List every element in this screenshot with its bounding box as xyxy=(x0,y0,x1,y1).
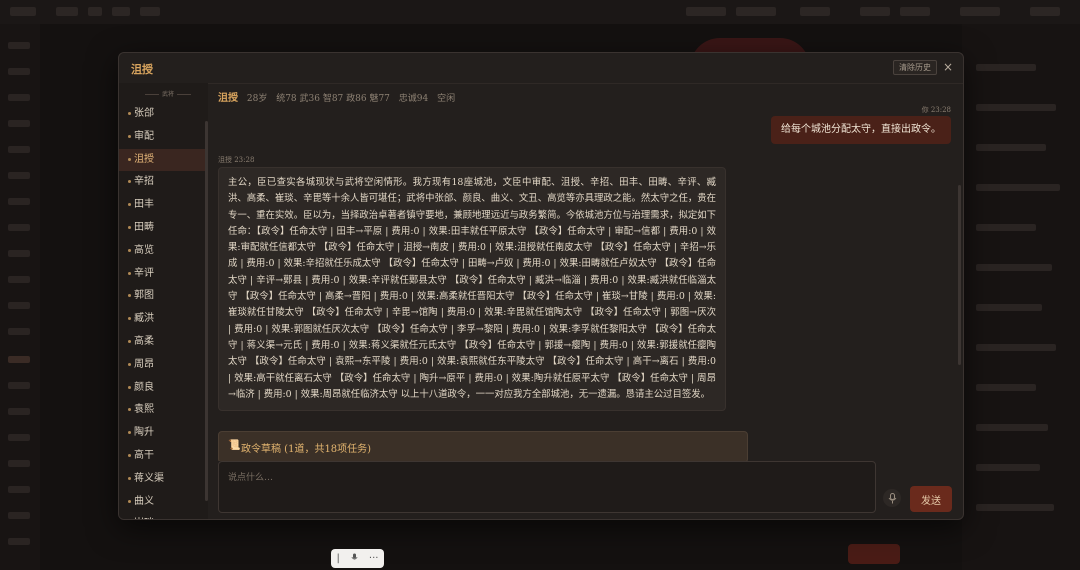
sidebar-item-label: 田丰 xyxy=(134,199,154,211)
sidebar-item-label: 沮授 xyxy=(134,153,154,165)
message-input[interactable] xyxy=(219,462,875,512)
modal-title: 沮授 xyxy=(131,63,153,76)
decree-draft-card[interactable]: 📜 政令草稿 (1道，共18项任务) xyxy=(218,431,748,461)
sidebar-item[interactable]: 蒋义渠 xyxy=(119,468,208,490)
officer-age: 28岁 xyxy=(246,94,268,104)
sidebar-item-label: 臧洪 xyxy=(134,313,154,325)
bullet-icon xyxy=(128,271,131,275)
bullet-icon xyxy=(128,226,131,229)
sidebar-item-label: 颜良 xyxy=(134,381,154,393)
sidebar-item[interactable]: 曲义 xyxy=(119,491,208,513)
officer-stats: 统78 武36 智87 政86 魅77 xyxy=(276,94,390,104)
sidebar-item-label: 田畴 xyxy=(134,222,154,233)
sidebar-item[interactable]: 陶升 xyxy=(119,422,208,444)
scroll-icon: 📜 xyxy=(228,440,241,451)
sidebar-item[interactable]: 崔琰 xyxy=(119,513,208,519)
mic-icon[interactable] xyxy=(351,553,358,565)
clear-history-button[interactable]: 清除历史 xyxy=(893,60,937,75)
sidebar-item[interactable]: 辛招 xyxy=(119,171,208,193)
floating-toolbar: | ··· xyxy=(331,549,384,568)
user-message: 给每个城池分配太守，直接出政令。 xyxy=(771,116,951,144)
bullet-icon xyxy=(128,340,131,343)
close-icon[interactable]: × xyxy=(943,60,953,74)
sidebar-item-label: 审配 xyxy=(134,130,154,142)
bullet-icon xyxy=(128,317,131,321)
sidebar-item[interactable]: 田畴 xyxy=(119,217,208,239)
sidebar-item-label: 周昂 xyxy=(134,358,154,370)
officer-status: 空闲 xyxy=(437,94,456,104)
bullet-icon xyxy=(128,362,131,366)
sidebar-item[interactable]: 沮授 xyxy=(119,148,208,171)
background-left-panel xyxy=(0,24,40,570)
sidebar-item[interactable]: 周昂 xyxy=(119,354,208,376)
decree-draft-label: 政令草稿 (1道，共18项任务) xyxy=(241,444,372,455)
sidebar-item-label: 崔琰 xyxy=(134,518,154,519)
advisor-chat-modal: 沮授 清除历史 × 武将 张郃 审配 沮授 辛招 田丰 田畴 高览 辛评 郭图 臧洪 高柔 周昂 颜良袁… xyxy=(118,52,964,520)
chat-scrollbar[interactable] xyxy=(958,185,961,365)
message-input-box[interactable] xyxy=(218,461,876,513)
advisor-message: 主公，臣已查实各城现状与武将空闲情形。我方现有18座城池，文臣中审配、沮授、辛招… xyxy=(218,167,726,412)
sidebar-item-label: 高干 xyxy=(134,450,154,461)
mic-icon xyxy=(888,492,896,503)
modal-header: 沮授 清除历史 × xyxy=(119,53,963,84)
bullet-icon xyxy=(128,248,131,252)
sidebar-item[interactable]: 高干 xyxy=(119,445,208,467)
sidebar-item-label: 袁熙 xyxy=(134,404,154,416)
user-message-meta: 你 23:28 xyxy=(921,106,951,114)
bullet-icon xyxy=(128,454,131,457)
sidebar-item[interactable]: 颜良 xyxy=(119,377,208,399)
advisor-message-meta: 沮授 23:28 xyxy=(218,156,255,164)
sidebar-item[interactable]: 袁熙 xyxy=(119,399,208,421)
voice-input-button[interactable] xyxy=(883,489,901,507)
officer-loyalty: 忠诚94 xyxy=(398,94,429,104)
bullet-icon xyxy=(128,499,131,503)
send-button[interactable]: 发送 xyxy=(910,486,952,512)
bullet-icon xyxy=(128,203,131,207)
drag-handle-icon[interactable]: | xyxy=(337,553,340,564)
officer-name: 沮授 xyxy=(218,93,238,104)
bullet-icon xyxy=(128,294,131,298)
sidebar-item-label: 陶升 xyxy=(134,427,154,439)
background-action-button xyxy=(848,544,900,564)
more-options-icon[interactable]: ··· xyxy=(369,553,379,564)
bullet-icon xyxy=(128,408,131,412)
bullet-icon xyxy=(128,385,131,389)
bullet-icon xyxy=(128,180,131,184)
sidebar-item-label: 高览 xyxy=(134,244,154,256)
chat-history[interactable]: 你 23:28 给每个城池分配太守，直接出政令。 沮授 23:28 主公，臣已查… xyxy=(208,105,963,461)
officer-info-bar: 沮授 28岁 统78 武36 智87 政86 魅77 忠诚94 空闲 xyxy=(218,89,461,104)
bullet-icon xyxy=(128,431,131,435)
bullet-icon xyxy=(128,476,131,480)
sidebar-item-label: 高柔 xyxy=(134,336,154,347)
sidebar-item-label: 辛评 xyxy=(134,267,154,279)
sidebar-group-label: 武将 xyxy=(137,89,199,98)
chat-content: 沮授 28岁 统78 武36 智87 政86 魅77 忠诚94 空闲 你 23:… xyxy=(208,83,963,519)
bullet-icon xyxy=(128,134,131,138)
sidebar-item[interactable]: 郭图 xyxy=(119,285,208,307)
sidebar-item[interactable]: 高览 xyxy=(119,240,208,262)
sidebar-item[interactable]: 审配 xyxy=(119,126,208,148)
sidebar-item-label: 曲义 xyxy=(134,495,154,507)
sidebar-item[interactable]: 臧洪 xyxy=(119,308,208,330)
background-topbar xyxy=(0,0,1080,24)
sidebar-item-label: 郭图 xyxy=(134,290,154,302)
bullet-icon xyxy=(128,112,131,115)
sidebar-item[interactable]: 高柔 xyxy=(119,331,208,353)
sidebar-item[interactable]: 田丰 xyxy=(119,194,208,216)
sidebar-item-label: 张郃 xyxy=(134,108,154,119)
sidebar-item-label: 蒋义渠 xyxy=(134,472,164,484)
sidebar-item-label: 辛招 xyxy=(134,176,154,188)
background-right-panel xyxy=(962,24,1080,570)
bullet-icon xyxy=(128,157,131,161)
officer-sidebar: 武将 张郃审配沮授辛招田丰田畴高览辛评郭图臧洪高柔周昂颜良袁熙陶升高干蒋义渠曲义… xyxy=(119,83,208,519)
sidebar-item[interactable]: 张郃 xyxy=(119,103,208,125)
sidebar-item[interactable]: 辛评 xyxy=(119,263,208,285)
